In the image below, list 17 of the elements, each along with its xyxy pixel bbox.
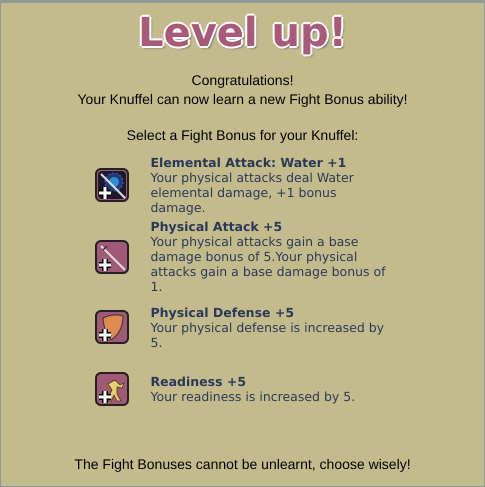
bonus-description: Your physical attacks deal Water elemental damage, +1 bonus damage. bbox=[150, 170, 355, 215]
warning-text: The Fight Bonuses cannot be unlearnt, choose wisely! bbox=[74, 456, 411, 472]
level-up-title: Level up! bbox=[138, 9, 347, 57]
bonus-description: Your readiness is increased by 5. bbox=[150, 389, 356, 404]
bonus-name: Physical Defense +5 bbox=[150, 304, 296, 320]
bonus-icon[interactable] bbox=[94, 372, 128, 406]
bonus-icon[interactable] bbox=[94, 310, 128, 344]
bonus-name: Physical Attack +5 bbox=[150, 219, 284, 234]
bonus-description: Your physical defense is increased by 5. bbox=[150, 320, 386, 350]
bonus-icon[interactable] bbox=[94, 240, 128, 274]
intro-text: Your Knuffel can now learn a new Fight Bonus ability! bbox=[78, 90, 408, 109]
bonus-name: Readiness +5 bbox=[150, 374, 248, 389]
intro-text: Congratulations! bbox=[190, 71, 294, 90]
bonus-icon[interactable] bbox=[94, 168, 128, 202]
prompt-text: Select a Fight Bonus for your Knuffel: bbox=[126, 127, 358, 143]
bonus-name: Elemental Attack: Water +1 bbox=[150, 155, 348, 170]
bonus-description: Your physical attacks gain a base damage bonus of 5.Your physical attacks gain a base damage bonus of 1. bbox=[150, 234, 387, 294]
